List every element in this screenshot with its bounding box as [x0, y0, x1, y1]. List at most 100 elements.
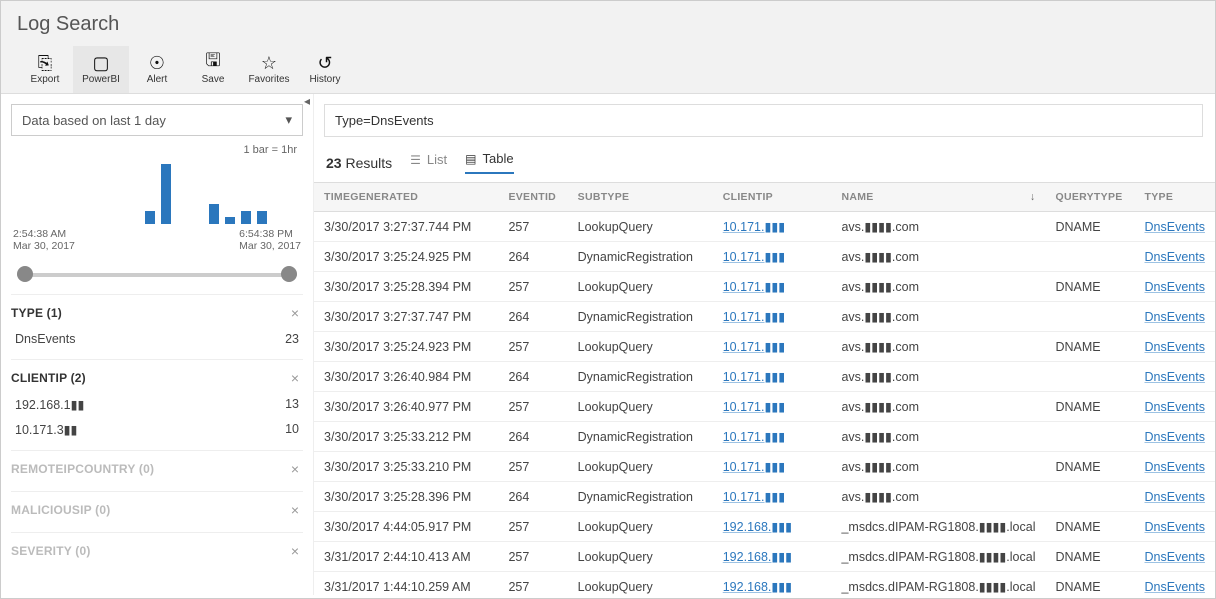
- facet-maliciousip: MALICIOUSIP (0)×: [11, 491, 303, 532]
- cell-name: _msdcs.dIPAM-RG1808.▮▮▮▮.local: [831, 572, 1045, 596]
- cell-clientip[interactable]: 10.171.▮▮▮: [713, 332, 832, 362]
- histogram-bar[interactable]: [145, 211, 155, 224]
- facet-close-icon[interactable]: ×: [287, 543, 303, 559]
- cell-eventid: 257: [498, 572, 567, 596]
- facet-close-icon[interactable]: ×: [287, 305, 303, 321]
- facet-title: REMOTEIPCOUNTRY (0): [11, 462, 154, 476]
- collapse-sidebar-icon[interactable]: ◂: [299, 93, 315, 109]
- history-icon: ↺: [317, 52, 332, 74]
- cell-clientip[interactable]: 10.171.▮▮▮: [713, 212, 832, 242]
- facet-close-icon[interactable]: ×: [287, 370, 303, 386]
- toolbar-save-button[interactable]: 🖫Save: [185, 46, 241, 93]
- cell-type[interactable]: DnsEvents: [1135, 422, 1216, 452]
- cell-clientip[interactable]: 192.168.▮▮▮: [713, 512, 832, 542]
- cell-type[interactable]: DnsEvents: [1135, 302, 1216, 332]
- cell-type[interactable]: DnsEvents: [1135, 512, 1216, 542]
- cell-eventid: 264: [498, 302, 567, 332]
- sort-icon[interactable]: ↓: [1030, 191, 1036, 203]
- cell-time: 3/31/2017 1:44:10.259 AM: [314, 572, 498, 596]
- cell-type[interactable]: DnsEvents: [1135, 272, 1216, 302]
- histogram-bar[interactable]: [225, 217, 235, 224]
- cell-type[interactable]: DnsEvents: [1135, 482, 1216, 512]
- cell-clientip[interactable]: 10.171.▮▮▮: [713, 272, 832, 302]
- table-row[interactable]: 3/30/2017 3:25:33.210 PM257LookupQuery10…: [314, 452, 1215, 482]
- col-querytype[interactable]: QUERYTYPE: [1045, 183, 1134, 212]
- cell-type[interactable]: DnsEvents: [1135, 242, 1216, 272]
- toolbar: ⎘Export▢PowerBI☉Alert🖫Save☆Favorites↺His…: [17, 46, 1199, 93]
- cell-name: avs.▮▮▮▮.com: [831, 272, 1045, 302]
- cell-name: avs.▮▮▮▮.com: [831, 422, 1045, 452]
- cell-clientip[interactable]: 192.168.▮▮▮: [713, 542, 832, 572]
- view-table-button[interactable]: ▤ Table: [465, 151, 513, 174]
- cell-clientip[interactable]: 192.168.▮▮▮: [713, 572, 832, 596]
- table-row[interactable]: 3/30/2017 3:25:33.212 PM264DynamicRegist…: [314, 422, 1215, 452]
- toolbar-label: History: [309, 74, 340, 85]
- cell-querytype: DNAME: [1045, 572, 1134, 596]
- cell-type[interactable]: DnsEvents: [1135, 572, 1216, 596]
- cell-type[interactable]: DnsEvents: [1135, 362, 1216, 392]
- cell-clientip[interactable]: 10.171.▮▮▮: [713, 302, 832, 332]
- histogram-bar[interactable]: [257, 211, 267, 224]
- cell-type[interactable]: DnsEvents: [1135, 392, 1216, 422]
- toolbar-label: Favorites: [248, 74, 289, 85]
- histogram-bar[interactable]: [241, 211, 251, 224]
- cell-querytype: [1045, 302, 1134, 332]
- histogram-chart[interactable]: [11, 158, 303, 228]
- toolbar-export-button[interactable]: ⎘Export: [17, 46, 73, 93]
- facet-item[interactable]: 192.168.1▮▮13: [11, 392, 303, 417]
- table-row[interactable]: 3/30/2017 3:25:28.396 PM264DynamicRegist…: [314, 482, 1215, 512]
- table-row[interactable]: 3/31/2017 1:44:10.259 AM257LookupQuery19…: [314, 572, 1215, 596]
- query-input[interactable]: Type=DnsEvents: [324, 104, 1203, 137]
- col-timegenerated[interactable]: TIMEGENERATED: [314, 183, 498, 212]
- cell-type[interactable]: DnsEvents: [1135, 452, 1216, 482]
- facet-item[interactable]: DnsEvents23: [11, 327, 303, 351]
- table-row[interactable]: 3/30/2017 3:25:24.925 PM264DynamicRegist…: [314, 242, 1215, 272]
- time-range-slider[interactable]: [17, 264, 297, 284]
- table-row[interactable]: 3/30/2017 3:27:37.747 PM264DynamicRegist…: [314, 302, 1215, 332]
- histogram-bar[interactable]: [209, 204, 219, 224]
- table-icon: ▤: [465, 152, 476, 166]
- cell-clientip[interactable]: 10.171.▮▮▮: [713, 392, 832, 422]
- table-row[interactable]: 3/30/2017 3:25:24.923 PM257LookupQuery10…: [314, 332, 1215, 362]
- cell-type[interactable]: DnsEvents: [1135, 212, 1216, 242]
- cell-eventid: 264: [498, 362, 567, 392]
- facet-item[interactable]: 10.171.3▮▮10: [11, 417, 303, 442]
- cell-clientip[interactable]: 10.171.▮▮▮: [713, 362, 832, 392]
- toolbar-powerbi-button[interactable]: ▢PowerBI: [73, 46, 129, 93]
- time-range-dropdown[interactable]: Data based on last 1 day ▾: [11, 104, 303, 136]
- col-clientip[interactable]: CLIENTIP: [713, 183, 832, 212]
- cell-name: _msdcs.dIPAM-RG1808.▮▮▮▮.local: [831, 512, 1045, 542]
- cell-clientip[interactable]: 10.171.▮▮▮: [713, 452, 832, 482]
- col-type[interactable]: TYPE: [1135, 183, 1216, 212]
- cell-clientip[interactable]: 10.171.▮▮▮: [713, 242, 832, 272]
- histogram-bar[interactable]: [161, 164, 171, 224]
- toolbar-alert-button[interactable]: ☉Alert: [129, 46, 185, 93]
- table-row[interactable]: 3/31/2017 2:44:10.413 AM257LookupQuery19…: [314, 542, 1215, 572]
- col-name[interactable]: NAME↓: [831, 183, 1045, 212]
- toolbar-favorites-button[interactable]: ☆Favorites: [241, 46, 297, 93]
- toolbar-label: Save: [202, 74, 225, 85]
- cell-querytype: DNAME: [1045, 212, 1134, 242]
- cell-type[interactable]: DnsEvents: [1135, 542, 1216, 572]
- table-row[interactable]: 3/30/2017 3:26:40.984 PM264DynamicRegist…: [314, 362, 1215, 392]
- axis-left-time: 2:54:38 AM: [13, 228, 75, 240]
- cell-clientip[interactable]: 10.171.▮▮▮: [713, 482, 832, 512]
- cell-time: 3/30/2017 3:27:37.744 PM: [314, 212, 498, 242]
- cell-eventid: 257: [498, 542, 567, 572]
- cell-clientip[interactable]: 10.171.▮▮▮: [713, 422, 832, 452]
- cell-type[interactable]: DnsEvents: [1135, 332, 1216, 362]
- facet-type: TYPE (1)×DnsEvents23: [11, 294, 303, 359]
- view-list-button[interactable]: ☰ List: [410, 152, 447, 173]
- toolbar-history-button[interactable]: ↺History: [297, 46, 353, 93]
- table-row[interactable]: 3/30/2017 4:44:05.917 PM257LookupQuery19…: [314, 512, 1215, 542]
- cell-querytype: DNAME: [1045, 452, 1134, 482]
- table-row[interactable]: 3/30/2017 3:27:37.744 PM257LookupQuery10…: [314, 212, 1215, 242]
- toolbar-label: Alert: [147, 74, 168, 85]
- facet-close-icon[interactable]: ×: [287, 461, 303, 477]
- facet-severity: SEVERITY (0)×: [11, 532, 303, 573]
- table-row[interactable]: 3/30/2017 3:26:40.977 PM257LookupQuery10…: [314, 392, 1215, 422]
- col-eventid[interactable]: EVENTID: [498, 183, 567, 212]
- table-row[interactable]: 3/30/2017 3:25:28.394 PM257LookupQuery10…: [314, 272, 1215, 302]
- col-subtype[interactable]: SUBTYPE: [568, 183, 713, 212]
- facet-close-icon[interactable]: ×: [287, 502, 303, 518]
